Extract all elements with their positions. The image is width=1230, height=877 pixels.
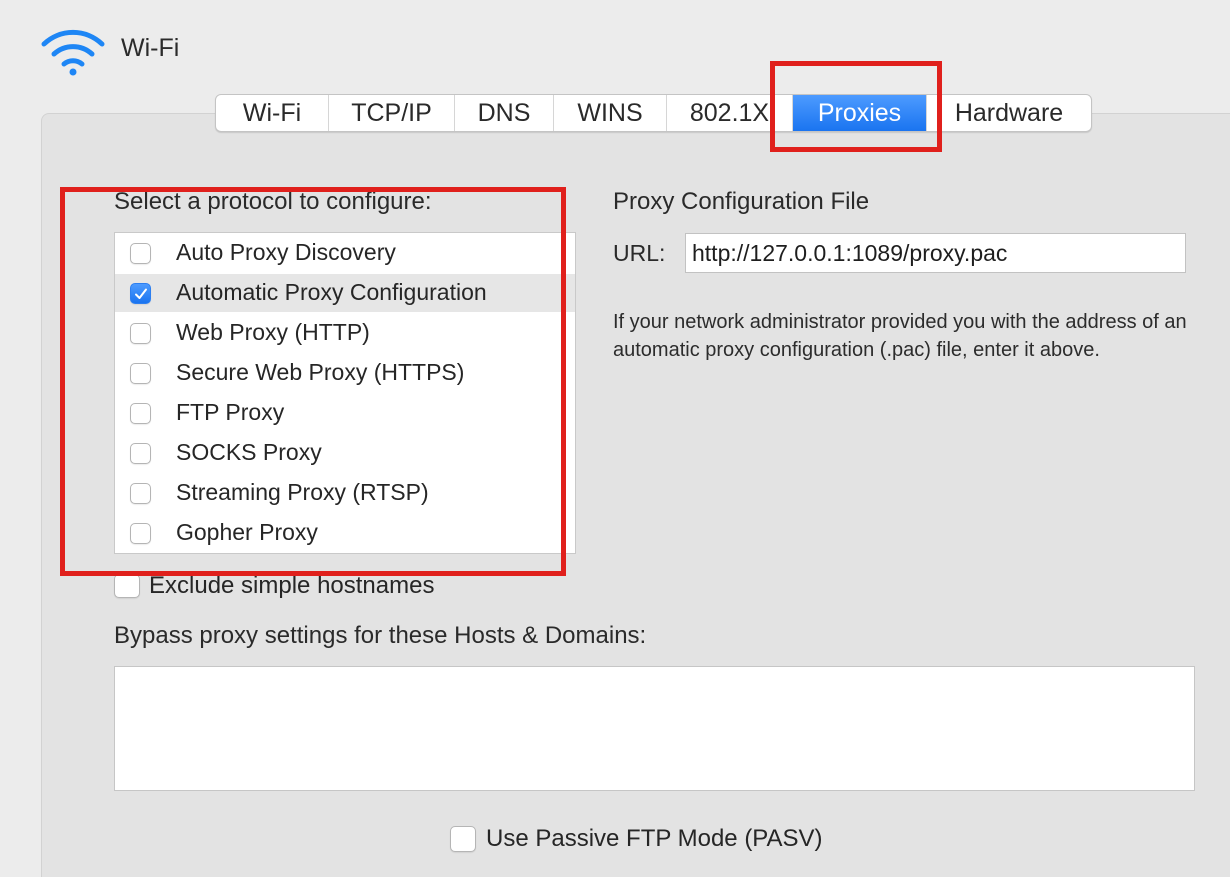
tab-dns[interactable]: DNS <box>455 95 554 131</box>
exclude-simple-hostnames-label: Exclude simple hostnames <box>149 572 435 599</box>
checkbox[interactable] <box>130 363 151 384</box>
bypass-hosts-textarea[interactable] <box>114 666 1195 791</box>
bypass-heading: Bypass proxy settings for these Hosts & … <box>114 622 647 649</box>
pac-help-text: If your network administrator provided y… <box>613 311 1187 361</box>
protocol-label: Gopher Proxy <box>176 519 318 545</box>
protocol-row-streaming-proxy[interactable]: Streaming Proxy (RTSP) <box>115 474 575 512</box>
protocol-label: FTP Proxy <box>176 399 285 425</box>
tab-proxies[interactable]: Proxies <box>793 95 927 131</box>
checkbox[interactable] <box>130 483 151 504</box>
checkbox[interactable] <box>130 443 151 464</box>
protocol-row-automatic-proxy-configuration[interactable]: Automatic Proxy Configuration <box>115 274 575 312</box>
protocol-row-auto-proxy-discovery[interactable]: Auto Proxy Discovery <box>115 234 575 272</box>
window-title: Wi-Fi <box>121 34 180 62</box>
checkbox-checked[interactable] <box>130 283 151 304</box>
passive-ftp-checkbox[interactable] <box>450 826 476 852</box>
tab-8021x[interactable]: 802.1X <box>667 95 793 131</box>
protocol-label: SOCKS Proxy <box>176 439 322 465</box>
exclude-simple-hostnames-checkbox[interactable] <box>114 574 140 598</box>
protocol-label: Automatic Proxy Configuration <box>176 279 487 305</box>
protocol-list[interactable]: Auto Proxy Discovery Automatic Proxy Con… <box>114 232 576 554</box>
protocol-label: Web Proxy (HTTP) <box>176 319 370 345</box>
window-header: Wi-Fi <box>0 0 1230 100</box>
checkbox[interactable] <box>130 523 151 544</box>
pac-url-input[interactable] <box>685 233 1186 273</box>
checkbox[interactable] <box>130 243 151 264</box>
protocol-row-secure-web-proxy[interactable]: Secure Web Proxy (HTTPS) <box>115 354 575 392</box>
checkbox[interactable] <box>130 323 151 344</box>
protocol-row-ftp-proxy[interactable]: FTP Proxy <box>115 394 575 432</box>
passive-ftp-label: Use Passive FTP Mode (PASV) <box>486 825 823 852</box>
tab-wifi[interactable]: Wi-Fi <box>216 95 329 131</box>
protocol-row-socks-proxy[interactable]: SOCKS Proxy <box>115 434 575 472</box>
protocol-label: Streaming Proxy (RTSP) <box>176 479 429 505</box>
checkbox[interactable] <box>130 403 151 424</box>
protocol-label: Secure Web Proxy (HTTPS) <box>176 359 465 385</box>
pac-heading: Proxy Configuration File <box>613 188 870 215</box>
tab-wins[interactable]: WINS <box>554 95 667 131</box>
tab-hardware[interactable]: Hardware <box>927 95 1091 131</box>
protocol-label: Auto Proxy Discovery <box>176 239 396 265</box>
checkmark-icon <box>135 288 147 299</box>
tab-bar: Wi-Fi TCP/IP DNS WINS 802.1X Proxies Har… <box>215 94 1092 132</box>
protocol-heading: Select a protocol to configure: <box>114 188 432 215</box>
wifi-icon <box>41 29 105 76</box>
url-label: URL: <box>613 240 666 266</box>
tab-tcpip[interactable]: TCP/IP <box>329 95 455 131</box>
protocol-row-web-proxy[interactable]: Web Proxy (HTTP) <box>115 314 575 352</box>
protocol-row-gopher-proxy[interactable]: Gopher Proxy <box>115 514 575 552</box>
